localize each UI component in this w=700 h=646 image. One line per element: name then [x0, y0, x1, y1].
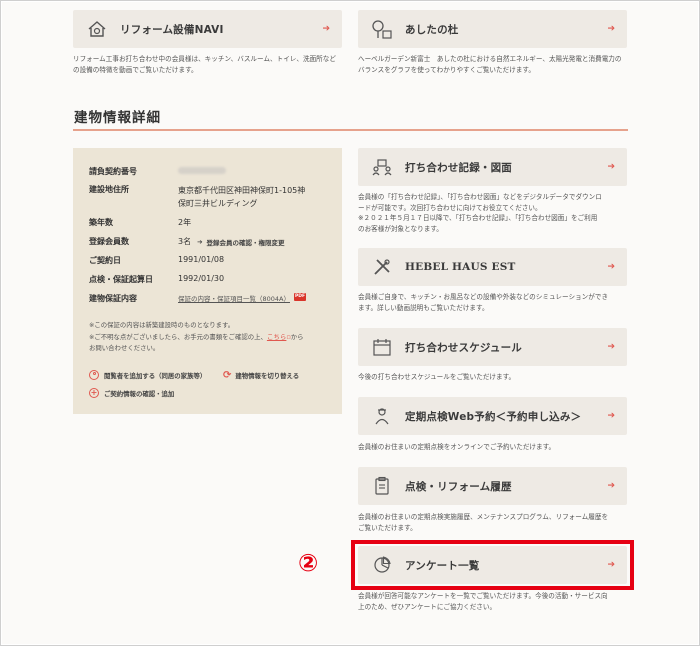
meeting-records-desc: 会員様の「打ち合わせ記録」、「打ち合わせ図面」などをデジタルデータでダウンロ ー…: [358, 192, 633, 234]
contract-date-label: ご契約日: [89, 256, 121, 265]
building-age-value: 2年: [178, 218, 192, 227]
warranty-start-row: 点検・保証起算日 1992/01/30: [89, 274, 224, 285]
inspector-icon: [371, 405, 393, 427]
inspection-history-desc: 会員様のお住まいの定期点検実施履歴、メンテナンスプログラム、リフォーム履歴を ご…: [358, 512, 633, 533]
meeting-schedule-label: 打ち合わせスケジュール: [405, 341, 522, 354]
desc-line: 上のため、ぜひアンケートにご協力ください。: [358, 602, 497, 611]
hebel-haus-est-desc: 会員様ご自身で、キッチン・お風呂などの設備や外装などのシミュレーションができ ま…: [358, 292, 633, 313]
desc-line: ※２０２１年５月１７日以降で、「打ち合わせ記録」、「打ち合わせ図面」をご利用: [358, 214, 598, 222]
arrow-right-icon: ➔: [607, 262, 615, 272]
address-label: 建設地住所: [89, 185, 129, 194]
reform-navi-card[interactable]: リフォーム設備NAVI ➔: [73, 10, 342, 48]
arrow-right-icon: ➔: [607, 411, 615, 421]
switch-building-label: 建物情報を切り替える: [235, 372, 300, 380]
pdf-icon: PDF: [294, 293, 307, 301]
warranty-row: 建物保証内容 保証の内容・保証項目一覧（8004A） PDF: [89, 293, 307, 304]
desc-line: 会員様が回答可能なアンケートを一覧でご覧いただけます。今後の活動・サービス向: [358, 592, 608, 600]
tree-house-icon: [371, 18, 393, 40]
building-info-panel: 請負契約番号 建設地住所 東京都千代田区神田神保町1-105神 保町三井ビルディ…: [73, 148, 342, 414]
step-marker: ②: [298, 549, 319, 577]
desc-line: ます。詳しい動画説明もご覧いただけます。: [358, 303, 489, 312]
warranty-note: ※この保証の内容は新築建設時のものとなります。: [89, 321, 235, 329]
reform-navi-desc: リフォーム工事お打ち合わせ中の会員様は、キッチン、バスルーム、トイレ、洗面所など…: [73, 55, 336, 74]
building-age-label: 築年数: [89, 218, 113, 227]
inspection-reservation-label: 定期点検Web予約＜予約申し込み＞: [405, 410, 582, 423]
arrow-right-icon: ➔: [322, 24, 330, 34]
hebel-haus-est-card[interactable]: HEBEL HAUS EST ➔: [358, 248, 627, 286]
warranty-start-label: 点検・保証起算日: [89, 275, 153, 284]
arrow-right-icon: ➔: [607, 24, 615, 34]
ashita-card[interactable]: あしたの杜 ➔: [358, 10, 627, 48]
add-viewer-label: 閲覧者を追加する（同居の家族等）: [104, 371, 207, 380]
warranty-label: 建物保証内容: [89, 294, 137, 303]
warranty-start-value: 1992/01/30: [178, 274, 225, 283]
arrow-right-icon: ➔: [607, 342, 615, 352]
inspection-reservation-desc: 会員様のお住まいの定期点検をオンラインでご予約いただけます。: [358, 443, 556, 451]
contract-number-label: 請負契約番号: [89, 167, 137, 176]
contract-date-value: 1991/01/08: [178, 255, 225, 264]
contract-info-label: ご契約情報の確認・追加: [104, 389, 175, 398]
section-title: 建物情報詳細: [74, 110, 161, 126]
house-gear-icon: [86, 18, 108, 40]
meeting-schedule-card[interactable]: 打ち合わせスケジュール ➔: [358, 328, 627, 366]
plus-circle-icon: +: [89, 388, 99, 398]
members-manage-link[interactable]: ➔ 登録会員の確認・権限変更: [197, 236, 284, 247]
members-value: 3名: [178, 237, 192, 246]
person-plus-icon: [89, 370, 99, 380]
calendar-icon: [371, 336, 393, 358]
add-viewer-button[interactable]: 閲覧者を追加する（同居の家族等）: [89, 370, 206, 380]
contract-number-row: 請負契約番号: [89, 166, 226, 177]
desc-line: 会員様のお住まいの定期点検実施履歴、メンテナンスプログラム、リフォーム履歴を: [358, 513, 609, 521]
inspection-history-card[interactable]: 点検・リフォーム履歴 ➔: [358, 467, 627, 505]
members-row: 登録会員数 3名 ➔ 登録会員の確認・権限変更: [89, 236, 285, 247]
contract-info-button[interactable]: + ご契約情報の確認・追加: [89, 388, 174, 398]
refresh-icon: ⟳: [223, 370, 232, 381]
desc-line: 会員様ご自身で、キッチン・お風呂などの設備や外装などのシミュレーションができ: [358, 293, 609, 301]
section-divider: [73, 129, 628, 131]
inquiry-note: ※ご不明な点がございましたら、お手元の書類をご確認の上、こちら▫から お問い合わ…: [89, 332, 329, 354]
inspection-history-label: 点検・リフォーム履歴: [405, 480, 512, 493]
arrow-right-icon: ➔: [607, 162, 615, 172]
people-meeting-icon: [371, 156, 393, 178]
address-value-line1: 東京都千代田区神田神保町1-105神: [178, 186, 306, 195]
survey-list-desc: 会員様が回答可能なアンケートを一覧でご覧いただけます。今後の活動・サービス向 上…: [358, 591, 633, 612]
address-row: 建設地住所 東京都千代田区神田神保町1-105神 保町三井ビルディング: [89, 184, 305, 210]
meeting-records-card[interactable]: 打ち合わせ記録・図面 ➔: [358, 148, 627, 186]
clipboard-icon: [371, 475, 393, 497]
tools-icon: [371, 256, 393, 278]
desc-line: ードが可能です。次回打ち合わせに向けてお役立てください。: [358, 203, 542, 212]
building-age-row: 築年数 2年: [89, 217, 191, 228]
highlight-box: [351, 540, 634, 590]
arrow-icon: ➔: [197, 237, 203, 246]
inspection-reservation-card[interactable]: 定期点検Web予約＜予約申し込み＞ ➔: [358, 397, 627, 435]
contract-date-row: ご契約日 1991/01/08: [89, 255, 224, 266]
inquiry-note-line2: お問い合わせください。: [89, 344, 160, 352]
inquiry-note-text: ※ご不明な点がございましたら、お手元の書類をご確認の上、: [89, 333, 267, 341]
arrow-right-icon: ➔: [607, 481, 615, 491]
members-label: 登録会員数: [89, 237, 129, 246]
desc-line: 会員様の「打ち合わせ記録」、「打ち合わせ図面」などをデジタルデータでダウンロ: [358, 193, 602, 201]
address-value-line2: 保町三井ビルディング: [178, 199, 258, 208]
meeting-records-label: 打ち合わせ記録・図面: [405, 161, 512, 174]
ashita-label: あしたの杜: [405, 23, 459, 36]
warranty-pdf-link[interactable]: 保証の内容・保証項目一覧（8004A）: [178, 293, 290, 304]
meeting-schedule-desc: 今後の打ち合わせスケジュールをご覧いただけます。: [358, 373, 516, 381]
switch-building-button[interactable]: ⟳ 建物情報を切り替える: [223, 370, 299, 381]
inquiry-link[interactable]: こちら: [267, 333, 287, 341]
inquiry-note-suffix: から: [290, 333, 304, 341]
members-manage-label: 登録会員の確認・権限変更: [206, 238, 285, 247]
hebel-haus-est-label: HEBEL HAUS EST: [405, 261, 516, 273]
reform-navi-label: リフォーム設備NAVI: [120, 23, 224, 36]
contract-number-redacted: [178, 167, 226, 174]
ashita-desc: へーベルガーデン新富士 あしたの杜における自然エネルギー、太陽光発電と消費電力の…: [358, 55, 622, 74]
desc-line: のお客様が対象となります。: [358, 224, 443, 233]
desc-line: ご覧いただけます。: [358, 523, 417, 532]
